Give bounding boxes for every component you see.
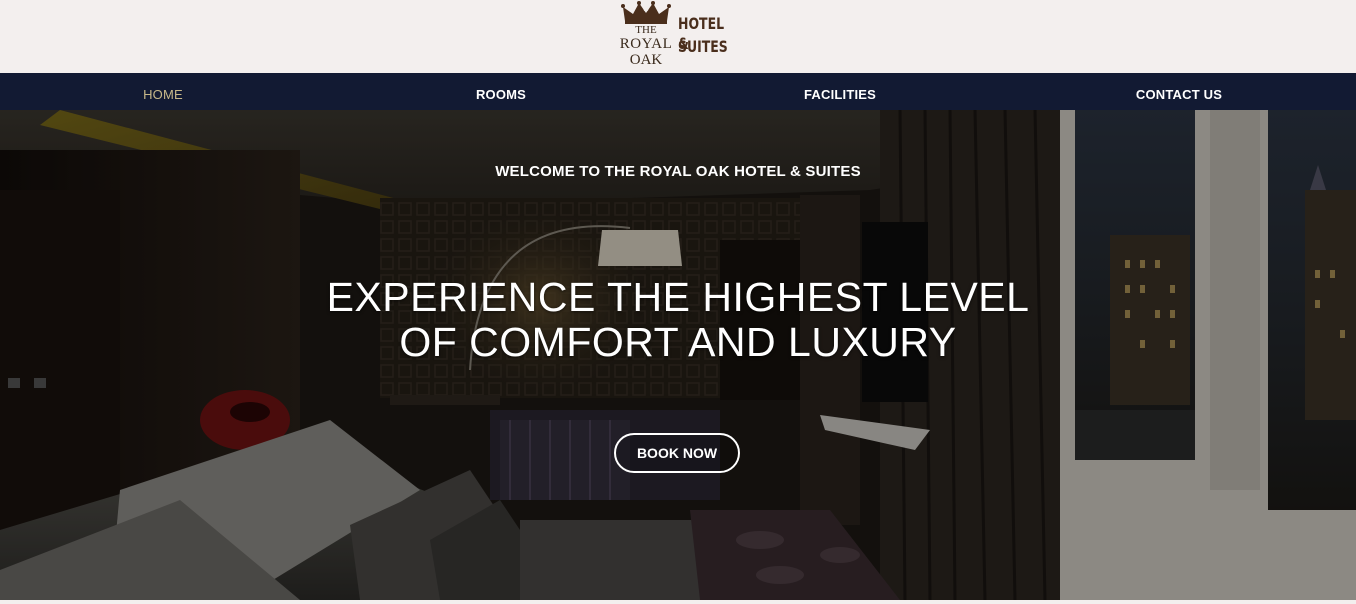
welcome-text: WELCOME TO THE ROYAL OAK HOTEL & SUITES [495,163,861,180]
nav-facilities[interactable]: FACILITIES [804,73,876,110]
logo-oak-text: OAK [629,52,663,68]
hero-headline-line-2: OF COMFORT AND LUXURY [399,319,957,365]
logo-suites-text: SUITES [678,37,728,56]
nav-contact-us[interactable]: CONTACT US [1136,73,1222,110]
hero-section: WELCOME TO THE ROYAL OAK HOTEL & SUITES … [0,110,1356,600]
page-bottom-strip [0,600,1356,604]
book-now-button[interactable]: BOOK NOW [614,433,740,473]
hero-headline: EXPERIENCE THE HIGHEST LEVEL OF COMFORT … [0,275,1356,365]
logo-royal-text: ROYAL [619,36,673,52]
logo-the-text: THE [635,24,657,36]
site-header: THE ROYAL OAK HOTEL & SUITES [0,0,1356,73]
crown-icon [621,1,671,24]
logo[interactable]: THE ROYAL OAK HOTEL & SUITES [618,0,744,72]
nav-home[interactable]: HOME [143,73,183,110]
main-nav: HOME ROOMS FACILITIES CONTACT US [0,73,1356,110]
hero-headline-line-1: EXPERIENCE THE HIGHEST LEVEL [326,274,1030,320]
nav-rooms[interactable]: ROOMS [476,73,526,110]
